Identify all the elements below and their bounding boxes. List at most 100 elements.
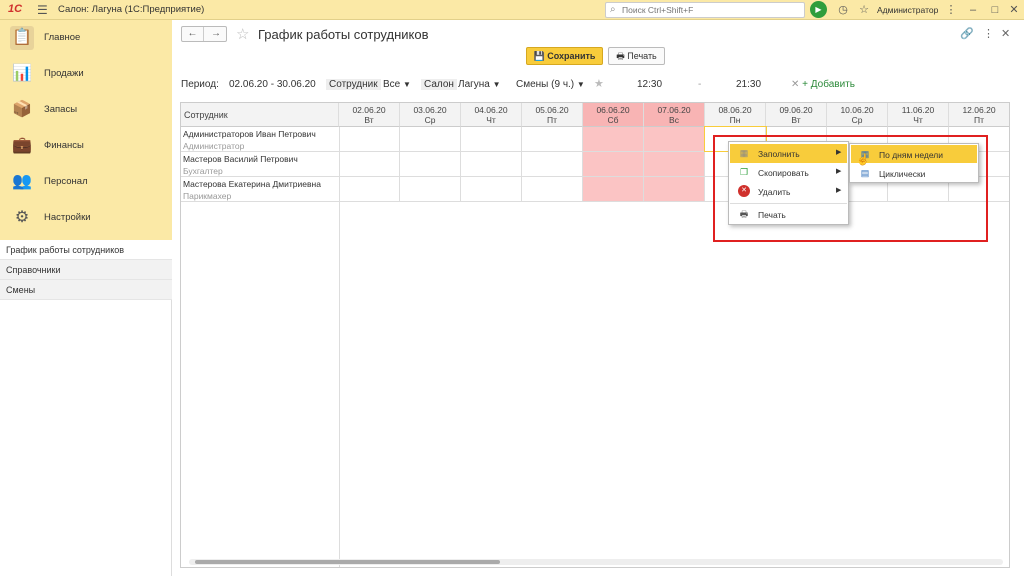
section-personnel[interactable]: 👥 Персонал bbox=[0, 164, 172, 200]
print-button[interactable]: 🖶 Печать bbox=[608, 47, 665, 65]
link-icon[interactable]: 🔗 bbox=[960, 27, 974, 40]
employee-label: Сотрудник bbox=[326, 79, 381, 90]
forward-arrow-icon[interactable]: → bbox=[205, 27, 227, 41]
schedule-cell[interactable] bbox=[583, 127, 644, 151]
menu-icon[interactable]: ☰ bbox=[37, 3, 49, 17]
horizontal-scrollbar[interactable] bbox=[189, 559, 1003, 565]
schedule-cell[interactable] bbox=[400, 152, 461, 176]
more-icon[interactable]: ⋮ bbox=[983, 27, 994, 40]
app-title: Салон: Лагуна (1С:Предприятие) bbox=[58, 4, 205, 15]
more-icon[interactable]: ⋮ bbox=[944, 3, 958, 17]
date-column-header[interactable]: 03.06.20 Ср bbox=[400, 103, 461, 127]
fill-icon: ▦ bbox=[739, 148, 749, 158]
schedule-cell[interactable] bbox=[644, 152, 705, 176]
schedule-cell[interactable] bbox=[339, 152, 400, 176]
clipboard-icon: 📋 bbox=[10, 26, 34, 50]
employee-header-label: Сотрудник bbox=[184, 110, 228, 120]
menu-item-label: Скопировать bbox=[758, 168, 809, 178]
add-button[interactable]: ✕ + Добавить bbox=[791, 79, 855, 90]
schedule-cell[interactable] bbox=[522, 152, 583, 176]
employee-position: Парикмахер bbox=[183, 191, 232, 201]
period-value[interactable]: 02.06.20 - 30.06.20 bbox=[229, 79, 316, 90]
schedule-cell[interactable] bbox=[400, 127, 461, 151]
menu-item-copy[interactable]: ❐ Скопировать ▶ bbox=[730, 163, 847, 182]
search-input[interactable] bbox=[622, 4, 802, 16]
print-icon: 🖶 bbox=[739, 209, 749, 219]
menu-item-fill[interactable]: ▦ Заполнить ▶ bbox=[730, 144, 847, 163]
date-label: 04.06.20 bbox=[474, 105, 508, 115]
date-column-header[interactable]: 05.06.20 Пт bbox=[522, 103, 583, 127]
date-label: 02.06.20 bbox=[352, 105, 386, 115]
section-stock[interactable]: 📦 Запасы bbox=[0, 92, 172, 128]
top-bar: 1С ☰ Салон: Лагуна (1С:Предприятие) ⌕ ▶ … bbox=[0, 0, 1024, 20]
history-icon[interactable]: ◷ bbox=[836, 3, 850, 17]
user-name[interactable]: Администратор bbox=[877, 5, 938, 15]
chevron-right-icon: ▶ bbox=[836, 187, 842, 194]
section-label: Продажи bbox=[44, 68, 84, 79]
shifts-select[interactable]: Смены (9 ч.) ▼ bbox=[516, 79, 585, 90]
restore-icon[interactable]: □ bbox=[988, 3, 1002, 17]
date-label: 12.06.20 bbox=[962, 105, 996, 115]
schedule-cell[interactable] bbox=[583, 152, 644, 176]
schedule-cell[interactable] bbox=[400, 177, 461, 201]
schedule-cell[interactable] bbox=[583, 177, 644, 201]
menu-item-delete[interactable]: ✕ Удалить ▶ bbox=[730, 182, 847, 201]
date-column-header[interactable]: 06.06.20 Сб bbox=[583, 103, 644, 127]
section-main[interactable]: 📋 Главное bbox=[0, 20, 172, 56]
minimize-icon[interactable]: – bbox=[966, 3, 980, 17]
schedule-cell[interactable] bbox=[644, 127, 705, 151]
schedule-cell[interactable] bbox=[461, 177, 522, 201]
chart-icon: 📊 bbox=[12, 65, 32, 82]
time-from[interactable]: 12:30 bbox=[637, 79, 662, 90]
schedule-cell[interactable] bbox=[339, 127, 400, 151]
scrollbar-thumb[interactable] bbox=[195, 560, 500, 564]
submenu-item-cyclic[interactable]: ▤ Циклически bbox=[851, 164, 977, 182]
salon-select[interactable]: Лагуна ▼ bbox=[458, 79, 501, 90]
date-column-header[interactable]: 08.06.20 Пн bbox=[705, 103, 766, 127]
employee-value: Все bbox=[383, 79, 401, 90]
nav-item-schedule[interactable]: График работы сотрудников bbox=[0, 240, 172, 260]
nav-item-shifts[interactable]: Смены bbox=[0, 280, 172, 300]
weekday-label: Вс bbox=[669, 115, 679, 125]
menu-item-label: Печать bbox=[758, 210, 786, 220]
play-icon[interactable]: ▶ bbox=[810, 1, 827, 18]
date-column-header[interactable]: 07.06.20 Вс bbox=[644, 103, 705, 127]
date-column-header[interactable]: 04.06.20 Чт bbox=[461, 103, 522, 127]
nav-item-references[interactable]: Справочники bbox=[0, 260, 172, 280]
section-settings[interactable]: ⚙ Настройки bbox=[0, 200, 172, 236]
schedule-cell[interactable] bbox=[522, 127, 583, 151]
date-label: 11.06.20 bbox=[901, 105, 935, 115]
search-box[interactable]: ⌕ bbox=[605, 2, 805, 18]
schedule-cell[interactable] bbox=[461, 152, 522, 176]
date-column-header[interactable]: 12.06.20 Пт bbox=[949, 103, 1009, 127]
salon-label: Салон bbox=[421, 79, 457, 90]
schedule-cell[interactable] bbox=[644, 177, 705, 201]
chevron-right-icon: ▶ bbox=[836, 168, 842, 175]
date-column-header[interactable]: 02.06.20 Вт bbox=[339, 103, 400, 127]
back-arrow-icon[interactable]: ← bbox=[182, 27, 204, 41]
section-sales[interactable]: 📊 Продажи bbox=[0, 56, 172, 92]
date-label: 09.06.20 bbox=[779, 105, 813, 115]
date-column-header[interactable]: 11.06.20 Чт bbox=[888, 103, 949, 127]
add-label: + Добавить bbox=[802, 79, 855, 90]
star-icon[interactable]: ★ bbox=[594, 77, 604, 90]
time-to[interactable]: 21:30 bbox=[736, 79, 761, 90]
section-finance[interactable]: 💼 Финансы bbox=[0, 128, 172, 164]
close-icon[interactable]: ✕ bbox=[1001, 27, 1010, 40]
employee-select[interactable]: Все ▼ bbox=[383, 79, 411, 90]
menu-item-print[interactable]: 🖶 Печать bbox=[730, 205, 847, 224]
close-icon[interactable]: ✕ bbox=[1007, 3, 1021, 17]
weekday-label: Ср bbox=[424, 115, 436, 125]
schedule-cell[interactable] bbox=[461, 127, 522, 151]
date-column-header[interactable]: 09.06.20 Вт bbox=[766, 103, 827, 127]
context-menu: ▦ Заполнить ▶ ❐ Скопировать ▶ ✕ Удалить … bbox=[728, 141, 849, 225]
date-column-header[interactable]: 10.06.20 Ср bbox=[827, 103, 888, 127]
clear-icon[interactable]: ✕ bbox=[791, 79, 799, 90]
star-icon[interactable]: ☆ bbox=[236, 25, 249, 43]
favorites-icon[interactable]: ☆ bbox=[857, 3, 871, 17]
schedule-cell[interactable] bbox=[339, 177, 400, 201]
section-label: Главное bbox=[44, 32, 81, 43]
schedule-cell[interactable] bbox=[522, 177, 583, 201]
save-button[interactable]: 💾 Сохранить bbox=[526, 47, 603, 65]
employee-column-header[interactable]: Сотрудник bbox=[181, 103, 339, 127]
